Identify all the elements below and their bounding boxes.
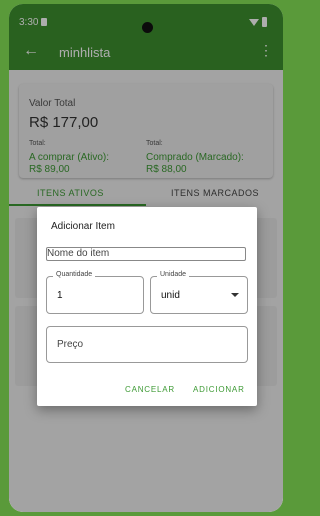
unit-select[interactable]: Unidade unid bbox=[150, 271, 248, 314]
add-button[interactable]: ADICIONAR bbox=[193, 385, 245, 394]
cancel-button[interactable]: CANCELAR bbox=[125, 385, 175, 394]
dialog-title: Adicionar Item bbox=[51, 221, 115, 232]
quantity-label: Quantidade bbox=[53, 271, 96, 278]
unit-label: Unidade bbox=[157, 271, 190, 278]
quantity-field[interactable]: Quantidade 1 bbox=[46, 271, 144, 314]
quantity-value: 1 bbox=[57, 290, 63, 301]
phone-screen: 3:30 ← minhlista ⋮ Valor Total R$ 177,00… bbox=[9, 4, 283, 512]
price-input[interactable]: Preço bbox=[46, 326, 248, 363]
unit-value: unid bbox=[161, 290, 180, 301]
price-placeholder: Preço bbox=[57, 339, 84, 350]
item-name-input[interactable]: Nome do item bbox=[46, 247, 246, 261]
chevron-down-icon bbox=[231, 293, 239, 297]
add-item-dialog: Adicionar Item Nome do item Quantidade 1… bbox=[37, 207, 257, 406]
system-nav-bar bbox=[9, 482, 283, 512]
